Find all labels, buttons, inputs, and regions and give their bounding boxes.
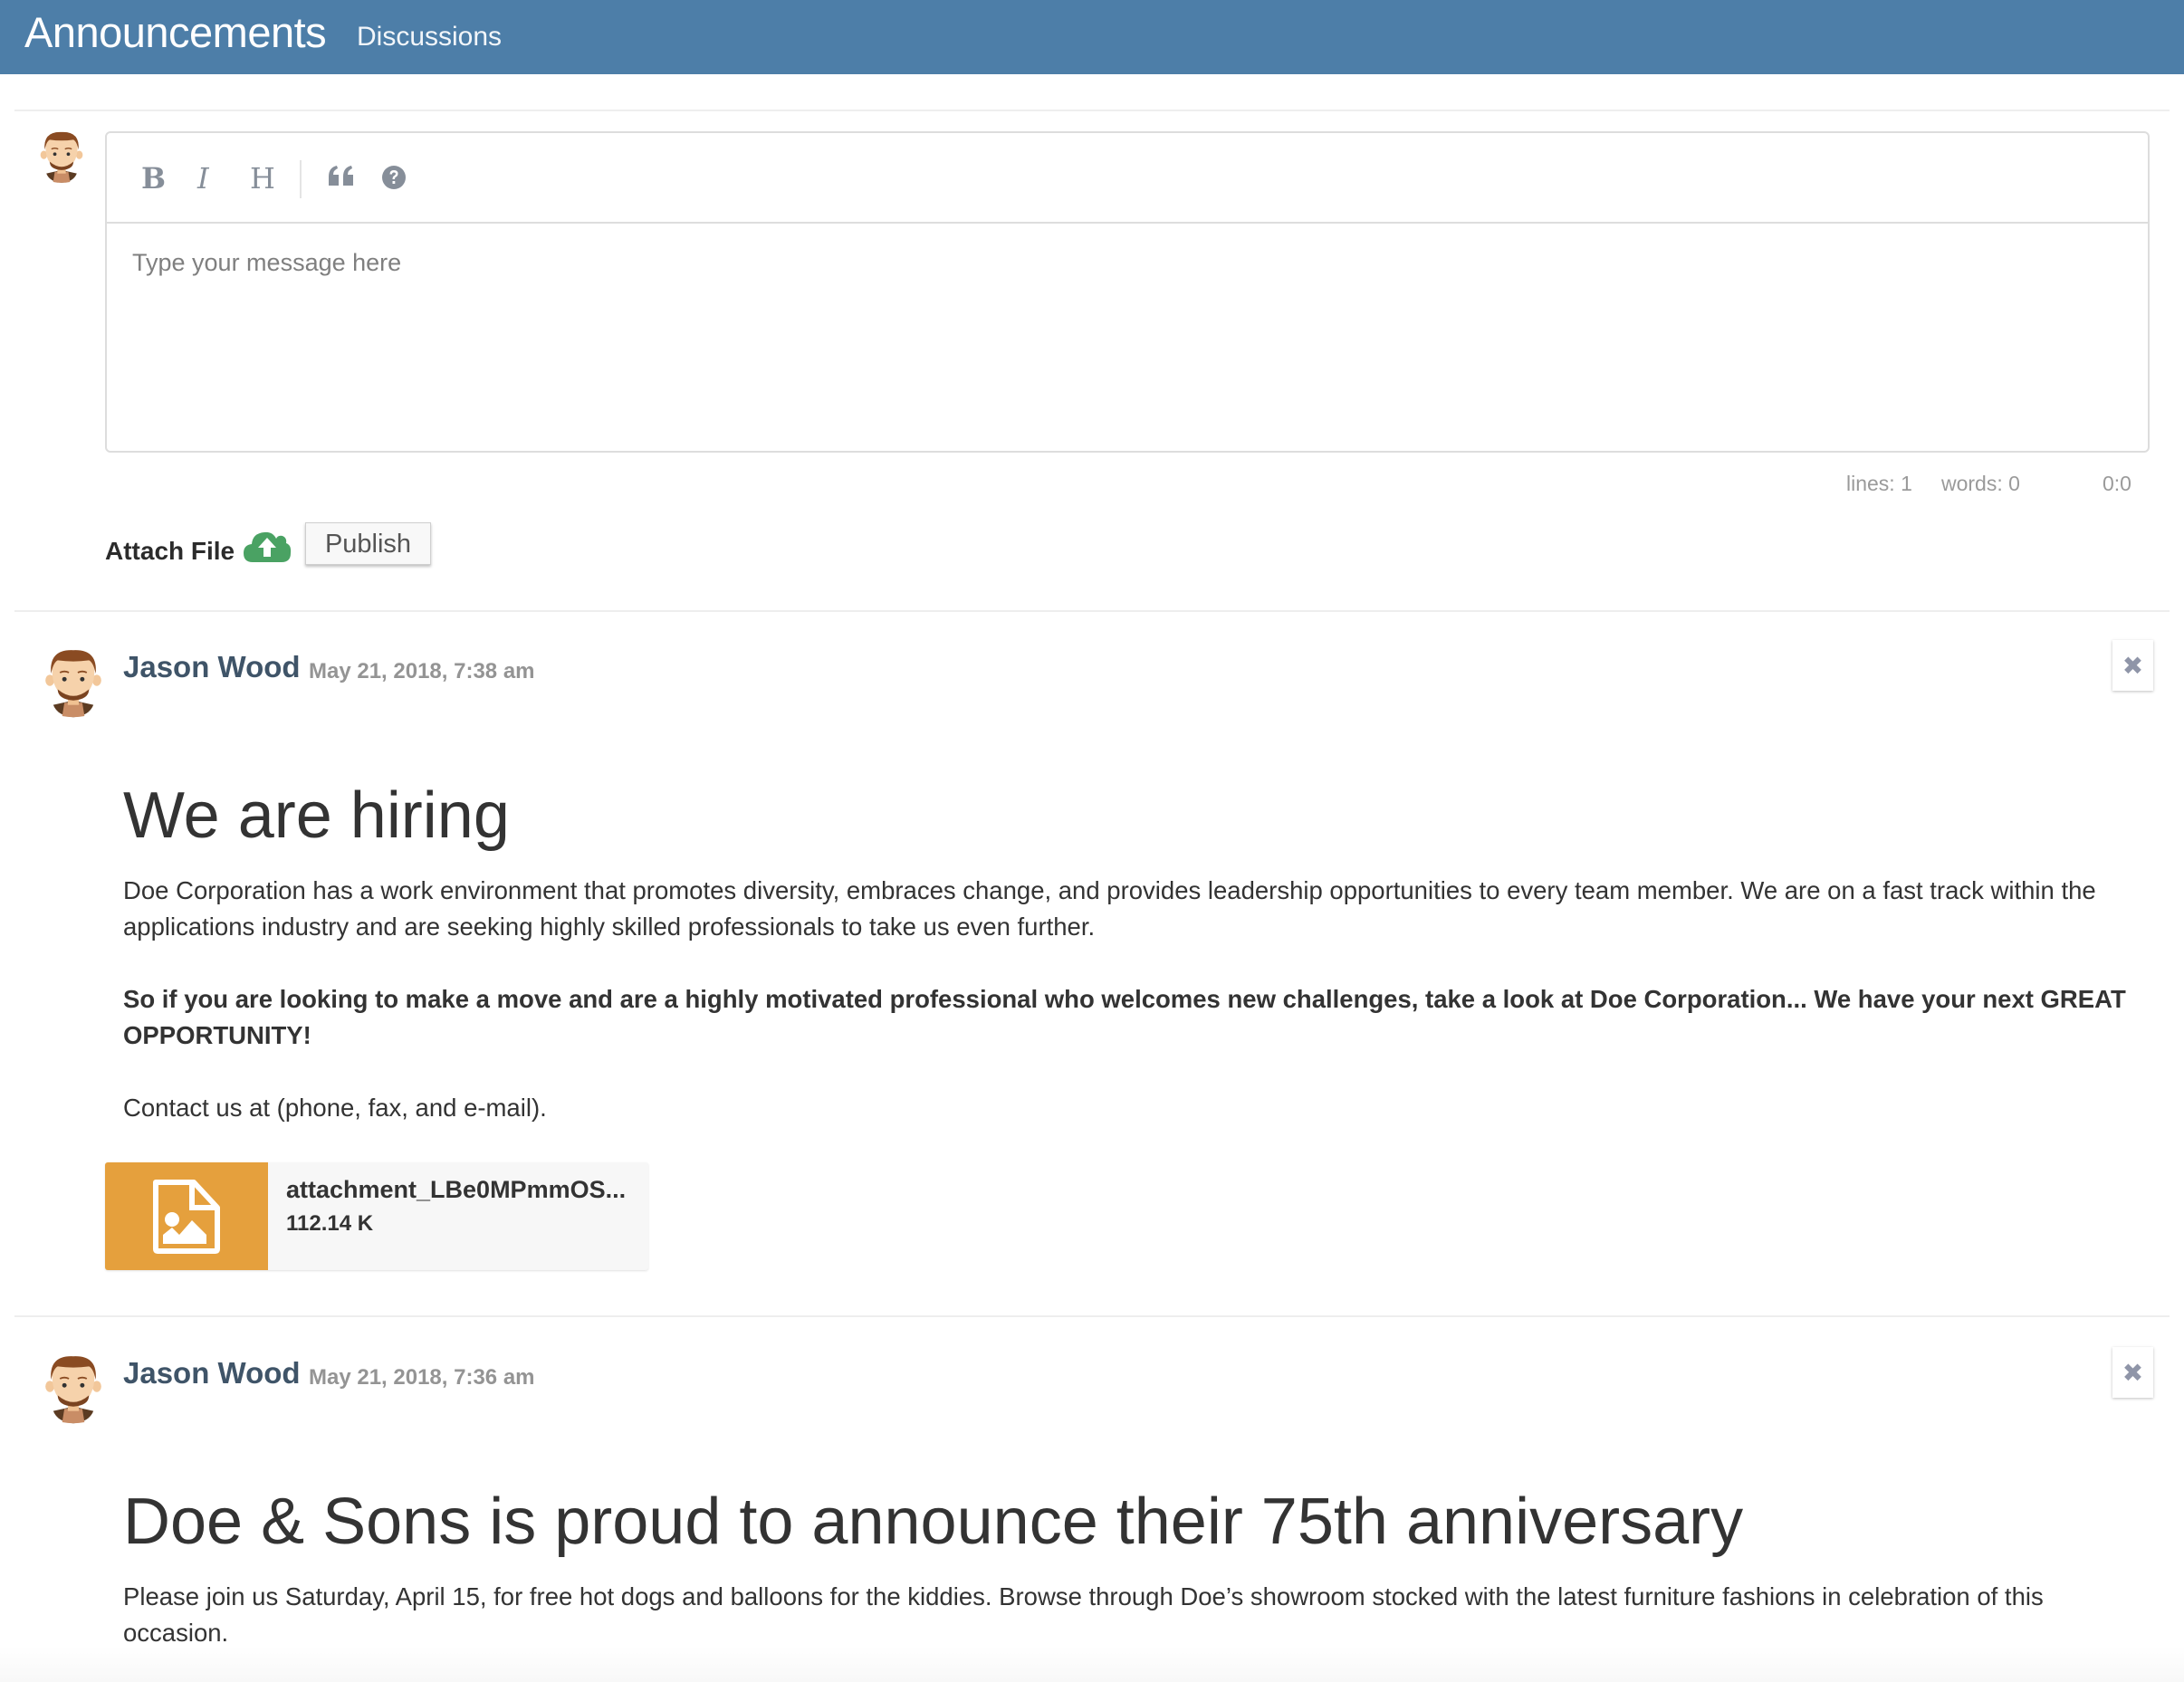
divider [14, 1315, 2170, 1317]
post-paragraph: So if you are looking to make a move and… [123, 985, 2126, 1049]
avatar-icon [40, 1352, 107, 1425]
attachment-name: attachment_LBe0MPmmOS... [286, 1176, 627, 1203]
discussions-link[interactable]: Discussions [357, 22, 502, 53]
divider [14, 610, 2170, 612]
delete-post-button[interactable]: ✖ [2112, 1347, 2153, 1398]
cloud-upload-icon[interactable] [242, 526, 292, 564]
divider [14, 110, 2170, 111]
heading-icon[interactable]: H [250, 160, 275, 196]
top-bar: Announcements Discussions [0, 0, 2184, 74]
editor-toolbar: B I H [107, 133, 2148, 224]
message-input[interactable]: Type your message here [132, 249, 401, 277]
avatar-icon [40, 646, 107, 719]
author-avatar [40, 646, 107, 719]
cursor-position: 0:0 [2103, 472, 2131, 495]
author-name[interactable]: Jason Wood [123, 1356, 301, 1391]
current-user-avatar [36, 129, 87, 184]
line-count: lines: 1 [1846, 472, 1912, 495]
scroll-fade [0, 1646, 2184, 1682]
post-title: Doe & Sons is proud to announce their 75… [123, 1486, 1744, 1558]
post-paragraph: Contact us at (phone, fax, and e-mail). [123, 1094, 547, 1122]
help-icon[interactable] [380, 157, 407, 193]
attachment-size: 112.14 K [286, 1211, 374, 1236]
post-date: May 21, 2018, 7:36 am [309, 1365, 535, 1390]
message-editor[interactable]: B I H Type your message here [105, 131, 2150, 453]
bold-icon[interactable]: B [141, 160, 166, 196]
close-icon: ✖ [2122, 1358, 2144, 1388]
toolbar-separator [300, 160, 302, 198]
publish-button[interactable]: Publish [305, 522, 431, 565]
page-title: Announcements [24, 8, 327, 56]
attach-file-label: Attach File [105, 537, 235, 565]
image-file-icon [153, 1180, 220, 1254]
author-avatar [40, 1352, 107, 1425]
author-name[interactable]: Jason Wood [123, 650, 301, 684]
attachment-card[interactable]: attachment_LBe0MPmmOS... 112.14 K [105, 1162, 648, 1270]
quote-icon[interactable] [327, 158, 356, 195]
word-count: words: 0 [1941, 472, 2020, 495]
post-paragraph: Please join us Saturday, April 15, for f… [123, 1582, 2044, 1647]
post-date: May 21, 2018, 7:38 am [309, 659, 535, 683]
close-icon: ✖ [2122, 651, 2144, 681]
post-paragraph: Doe Corporation has a work environment t… [123, 876, 2096, 941]
delete-post-button[interactable]: ✖ [2112, 640, 2153, 691]
avatar-icon [36, 129, 87, 184]
italic-icon[interactable]: I [197, 160, 209, 196]
post-title: We are hiring [123, 779, 510, 852]
attachment-thumbnail [105, 1162, 268, 1270]
